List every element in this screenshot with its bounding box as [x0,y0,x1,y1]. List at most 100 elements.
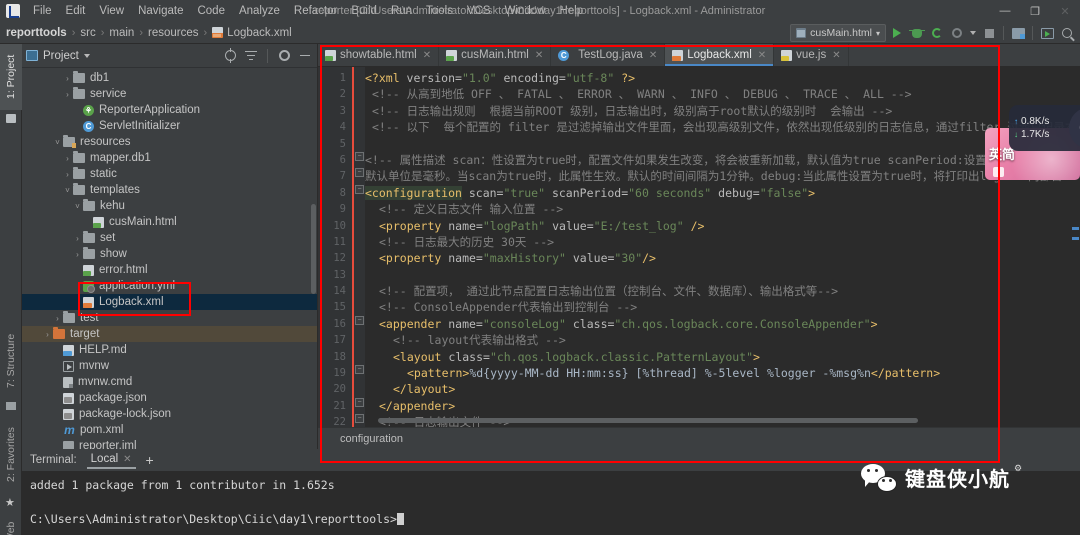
hide-panel-button[interactable] [297,48,313,64]
menu-item-build[interactable]: Build [344,2,384,20]
code-line[interactable]: <layout class="ch.qos.logback.classic.Pa… [365,349,1080,365]
editor-tab-cusmain-html[interactable]: cusMain.html ✕ [439,44,552,66]
code-line[interactable]: <!-- 日志输出规则 根据当前ROOT 级别，日志输出时，级别高于root默认… [365,103,1080,119]
updates-button[interactable] [1038,24,1056,42]
code-line[interactable]: <!-- ConsoleAppender代表输出到控制台 --> [365,299,1080,315]
tree-item[interactable]: › target [22,326,317,342]
tree-item[interactable]: mvnw [22,358,317,374]
tree-item[interactable]: ˅ templates [22,182,317,198]
menu-item-code[interactable]: Code [190,2,232,20]
tree-item[interactable]: ˅ kehu [22,198,317,214]
close-icon[interactable]: ✕ [649,50,657,61]
code-line[interactable]: <!-- 配置项， 通过此节点配置日志输出位置（控制台、文件、数据库）、输出格式… [365,283,1080,299]
fold-toggle-icon[interactable]: − [355,398,364,407]
terminal-tab-local[interactable]: Local ✕ [86,451,136,469]
locate-file-button[interactable] [222,48,238,64]
code-line[interactable] [365,267,1080,283]
profile-button[interactable] [948,24,966,42]
collapse-all-button[interactable] [243,48,259,64]
menu-item-run[interactable]: Run [384,2,419,20]
run-configuration-selector[interactable]: cusMain.html ▾ [790,24,886,42]
breadcrumb-element[interactable]: configuration [340,433,403,445]
menu-item-view[interactable]: View [92,2,131,20]
error-stripe-mark[interactable] [1072,227,1079,230]
debug-button[interactable] [908,24,926,42]
chevron-down-icon[interactable] [83,53,90,58]
close-icon[interactable]: ✕ [535,50,543,61]
code-line[interactable]: <?xml version="1.0" encoding="utf-8" ?> [365,70,1080,86]
tree-item[interactable]: › mapper.db1 [22,150,317,166]
breadcrumb-item-reporttools[interactable]: reporttools [6,27,67,39]
project-panel-scrollbar[interactable] [311,204,316,294]
tree-item[interactable]: › db1 [22,70,317,86]
close-icon[interactable]: ✕ [123,454,131,465]
code-line[interactable]: <property name="logPath" value="E:/test_… [365,218,1080,234]
tree-item[interactable]: HELP.md [22,342,317,358]
chevron-right-icon[interactable]: › [62,90,73,99]
editor-tab-bar[interactable]: showtable.html ✕ cusMain.html ✕ C TestLog.jav… [318,44,1080,67]
fold-toggle-icon[interactable]: − [355,365,364,374]
error-stripe-mark[interactable] [1072,237,1079,240]
settings-button[interactable] [276,48,292,64]
chevron-right-icon[interactable]: › [42,330,53,339]
chevron-right-icon[interactable]: › [62,74,73,83]
chevron-right-icon[interactable]: › [72,234,83,243]
tree-item[interactable]: error.html [22,262,317,278]
code-line[interactable]: <!-- 日志最大的历史 30天 --> [365,234,1080,250]
chevron-right-icon[interactable]: › [62,154,73,163]
tree-item[interactable]: C ServletInitializer [22,118,317,134]
breadcrumb-item-resources[interactable]: resources [148,27,199,39]
close-icon[interactable]: ✕ [423,50,431,61]
sidebar-item-web[interactable]: Web [0,514,22,535]
code-line[interactable] [365,136,1080,152]
code-content[interactable]: <?xml version="1.0" encoding="utf-8" ?> <… [365,67,1080,427]
code-line[interactable]: </appender> [365,398,1080,414]
code-line[interactable]: <!-- 以下 每个配置的 filter 是过滤掉输出文件里面，会出现高级别文件… [365,119,1080,135]
tree-item[interactable]: package.json [22,390,317,406]
fold-toggle-icon[interactable]: − [355,414,364,423]
chevron-right-icon[interactable]: › [72,250,83,259]
tree-item[interactable]: ⚘ ReporterApplication [22,102,317,118]
breadcrumb-item-main[interactable]: main [109,27,134,39]
minimize-button[interactable]: — [990,0,1020,22]
menu-item-refactor[interactable]: Refactor [287,2,344,20]
tree-item[interactable]: reporter.iml [22,438,317,449]
chevron-down-icon[interactable]: ˅ [72,202,83,211]
tree-item[interactable]: m pom.xml [22,422,317,438]
editor-tab-showtable-html[interactable]: showtable.html ✕ [318,44,440,66]
menu-item-edit[interactable]: Edit [59,2,93,20]
tree-item[interactable]: cusMain.html [22,214,317,230]
run-button[interactable] [888,24,906,42]
close-icon[interactable]: ✕ [758,50,766,61]
menu-item-file[interactable]: File [26,2,59,20]
chevron-right-icon[interactable]: › [52,314,63,323]
menu-item-navigate[interactable]: Navigate [131,2,190,20]
fold-toggle-icon[interactable]: − [355,168,364,177]
editor-tab-vue-js[interactable]: vue.js ✕ [774,44,849,66]
chevron-down-icon[interactable]: ˅ [62,186,73,195]
stop-button[interactable] [980,24,998,42]
tree-item[interactable]: Logback.xml [22,294,317,310]
code-viewport[interactable]: 1 2 3 4 5 6 7 8 9 10 11 12 13 14 15 16 17 18 19 20 21 22 − − … [318,67,1080,427]
sidebar-item-structure[interactable]: 7: Structure [0,324,22,398]
run-with-coverage-button[interactable] [928,24,946,42]
code-line[interactable]: <!-- 定义日志文件 输入位置 --> [365,201,1080,217]
tree-item[interactable]: › test [22,310,317,326]
code-line[interactable]: <configuration scan="true" scanPeriod="6… [365,185,1080,201]
tree-item[interactable]: ˅ resources [22,134,317,150]
code-line[interactable]: </layout> [365,381,1080,397]
breadcrumb-item-logback-xml[interactable]: Logback.xml [212,27,292,39]
tree-item[interactable]: mvnw.cmd [22,374,317,390]
fold-toggle-icon[interactable]: − [355,185,364,194]
menu-item-tools[interactable]: Tools [419,2,460,20]
chevron-right-icon[interactable]: › [62,170,73,179]
code-line[interactable]: <appender name="consoleLog" class="ch.qo… [365,316,1080,332]
code-line[interactable]: <!-- 属性描述 scan：性设置为true时，配置文件如果发生改变，将会被重… [365,152,1080,168]
close-icon[interactable]: ✕ [832,50,840,61]
code-line[interactable]: <property name="maxHistory" value="30"/> [365,250,1080,266]
code-folding-column[interactable]: − − − − − − − [354,67,365,427]
tree-item[interactable]: application.yml [22,278,317,294]
tree-item[interactable]: › show [22,246,317,262]
tree-item[interactable]: › static [22,166,317,182]
tree-item[interactable]: › set [22,230,317,246]
